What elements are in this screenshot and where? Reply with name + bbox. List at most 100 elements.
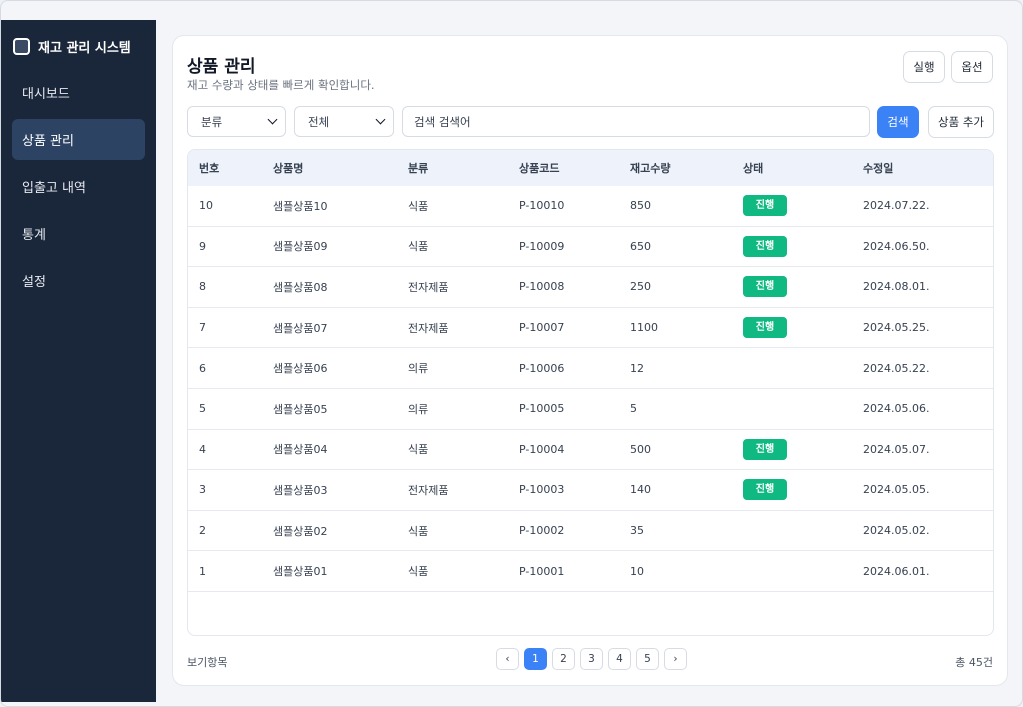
table-cell: 500 <box>630 442 651 456</box>
table-cell: 진행 <box>743 195 863 217</box>
scope-select-value: 전체 <box>308 114 330 129</box>
run-button[interactable]: 실행 <box>903 51 945 83</box>
chevron-down-icon <box>267 114 278 125</box>
table-cell: 샘플상품01 <box>273 565 328 579</box>
category-select-value: 분류 <box>201 114 223 129</box>
table-cell: 진행 <box>743 479 863 501</box>
status-badge: 진행 <box>743 195 787 217</box>
next-page-button[interactable]: › <box>664 648 687 670</box>
page-title: 상품 관리 <box>187 57 256 77</box>
table-cell: P-10009 <box>519 239 565 253</box>
table-cell: P-10007 <box>519 321 565 335</box>
table-cell: 3 <box>199 483 206 497</box>
sidebar-item-2[interactable]: 입출고 내역 <box>12 166 145 207</box>
table-cell: 2024.05.07. <box>863 442 930 456</box>
status-badge: 진행 <box>743 438 787 460</box>
table-cell: P-10004 <box>519 442 565 456</box>
table-cell: 샘플상품05 <box>273 402 328 416</box>
table-cell: 식품 <box>408 443 429 457</box>
page-button[interactable]: 3 <box>580 648 603 670</box>
sidebar-item-1[interactable]: 상품 관리 <box>12 119 145 160</box>
table-cell: 2024.06.01. <box>863 564 930 578</box>
pagination: ‹ 1 2 3 4 5 › <box>496 648 692 670</box>
table-cell: 진행 <box>743 317 863 339</box>
table-cell: 샘플상품08 <box>273 280 328 294</box>
table-cell: P-10002 <box>519 524 565 538</box>
status-badge: 진행 <box>743 317 787 339</box>
table-body: 10 샘플상품10 식품 P-10010 850 진행 2024.07.22. 9 샘플상품09… <box>188 186 993 592</box>
column-header[interactable]: 상태 <box>743 160 863 176</box>
product-table: 번호 상품명 분류 상품코드 재고수량 상태 수정일 10 샘플상품10 식품 P-10010 85… <box>187 149 994 636</box>
table-cell: 전자제품 <box>408 321 449 335</box>
table-row[interactable]: 10 샘플상품10 식품 P-10010 850 진행 2024.07.22. <box>188 186 993 227</box>
column-header[interactable]: 번호 <box>188 160 273 176</box>
table-cell: 4 <box>199 442 206 456</box>
sidebar-item-4[interactable]: 설정 <box>12 260 145 301</box>
table-row[interactable]: 9 샘플상품09 식품 P-10009 650 진행 2024.06.50. <box>188 227 993 268</box>
chevron-down-icon <box>375 114 386 125</box>
table-cell: 의류 <box>408 362 429 376</box>
options-button[interactable]: 옵션 <box>951 51 993 83</box>
app-logo-icon <box>13 37 30 55</box>
column-header[interactable]: 분류 <box>408 160 519 176</box>
scope-select[interactable]: 전체 <box>294 106 394 137</box>
table-row[interactable]: 7 샘플상품07 전자제품 P-10007 1100 진행 2024.05.25. <box>188 308 993 349</box>
table-cell: 2 <box>199 524 206 538</box>
table-cell: 2024.05.22. <box>863 361 930 375</box>
table-cell: 35 <box>630 524 644 538</box>
table-cell: P-10006 <box>519 361 565 375</box>
sidebar-item-label: 통계 <box>22 228 46 243</box>
table-cell: 샘플상품03 <box>273 483 328 497</box>
column-header[interactable]: 상품코드 <box>519 160 630 176</box>
table-row[interactable]: 8 샘플상품08 전자제품 P-10008 250 진행 2024.08.01. <box>188 267 993 308</box>
app-title: 재고 관리 시스템 <box>38 40 131 56</box>
page-button[interactable]: 2 <box>552 648 575 670</box>
app-window: 재고 관리 시스템 대시보드 상품 관리 입출고 내역 통계 설정 상품 관리 재고 수… <box>0 0 1023 707</box>
table-cell: P-10001 <box>519 564 565 578</box>
table-row[interactable]: 3 샘플상품03 전자제품 P-10003 140 진행 2024.05.05. <box>188 470 993 511</box>
search-input[interactable]: 검색 검색어 <box>402 106 870 137</box>
table-cell: 250 <box>630 280 651 294</box>
sidebar: 재고 관리 시스템 대시보드상품 관리입출고 내역통계설정 <box>1 20 156 702</box>
column-header[interactable]: 수정일 <box>863 160 993 176</box>
table-row[interactable]: 1 샘플상품01 식품 P-10001 10 2024.06.01. <box>188 551 993 592</box>
table-cell: 2024.05.25. <box>863 321 930 335</box>
column-header[interactable]: 재고수량 <box>630 160 743 176</box>
page-subtitle: 재고 수량과 상태를 빠르게 확인합니다. <box>187 78 375 92</box>
table-cell: 12 <box>630 361 644 375</box>
table-cell: 2024.05.02. <box>863 524 930 538</box>
table-row[interactable]: 2 샘플상품02 식품 P-10002 35 2024.05.02. <box>188 511 993 552</box>
table-cell: 샘플상품04 <box>273 443 328 457</box>
page-button[interactable]: 1 <box>524 648 547 670</box>
prev-page-button[interactable]: ‹ <box>496 648 519 670</box>
column-header[interactable]: 상품명 <box>273 160 408 176</box>
table-cell: 8 <box>199 280 206 294</box>
table-header: 번호 상품명 분류 상품코드 재고수량 상태 수정일 <box>188 150 993 186</box>
page-button[interactable]: 5 <box>636 648 659 670</box>
table-cell: 진행 <box>743 438 863 460</box>
page-button[interactable]: 4 <box>608 648 631 670</box>
table-row[interactable]: 6 샘플상품06 의류 P-10006 12 2024.05.22. <box>188 348 993 389</box>
table-cell: P-10008 <box>519 280 565 294</box>
sidebar-item-label: 대시보드 <box>22 87 70 102</box>
status-badge: 진행 <box>743 276 787 298</box>
add-product-button[interactable]: 상품 추가 <box>928 106 994 138</box>
brand: 재고 관리 시스템 <box>1 20 156 72</box>
table-cell: 진행 <box>743 276 863 298</box>
sidebar-item-3[interactable]: 통계 <box>12 213 145 254</box>
search-button[interactable]: 검색 <box>877 106 919 138</box>
table-cell: 850 <box>630 199 651 213</box>
table-cell: 650 <box>630 239 651 253</box>
table-cell: 7 <box>199 321 206 335</box>
total-count: 총 45건 <box>955 656 993 669</box>
sidebar-nav: 대시보드상품 관리입출고 내역통계설정 <box>1 72 156 301</box>
sidebar-item-label: 입출고 내역 <box>22 181 86 196</box>
category-select[interactable]: 분류 <box>187 106 286 137</box>
table-row[interactable]: 5 샘플상품05 의류 P-10005 5 2024.05.06. <box>188 389 993 430</box>
table-cell: 10 <box>630 564 644 578</box>
sidebar-item-0[interactable]: 대시보드 <box>12 72 145 113</box>
table-row[interactable]: 4 샘플상품04 식품 P-10004 500 진행 2024.05.07. <box>188 430 993 471</box>
table-cell: 5 <box>199 402 206 416</box>
table-cell: 식품 <box>408 199 429 213</box>
view-items-label: 보기항목 <box>187 656 228 669</box>
